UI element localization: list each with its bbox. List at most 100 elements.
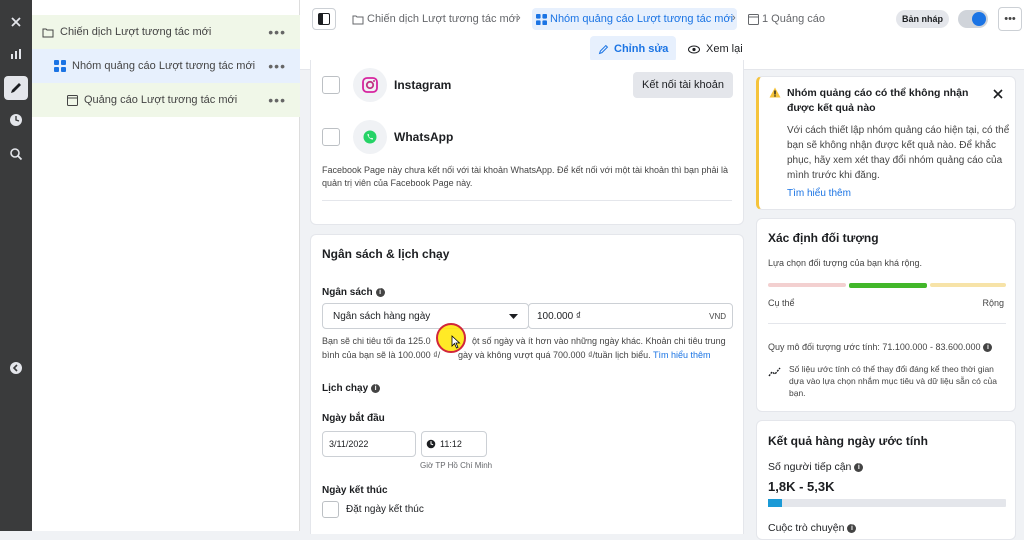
schedule-label-text: Lịch chạy bbox=[322, 383, 369, 394]
audience-definition-card: Xác định đối tượng Lựa chọn đối tượng củ… bbox=[756, 218, 1016, 412]
budget-schedule-panel: Ngân sách & lịch chạy Ngân sách i Ngân sá… bbox=[310, 234, 744, 534]
whatsapp-checkbox[interactable] bbox=[322, 128, 340, 146]
chevron-right-icon: › bbox=[517, 12, 521, 24]
connect-account-button[interactable]: Kết nối tài khoản bbox=[633, 72, 733, 98]
reach-label: Số người tiếp cận i bbox=[768, 461, 864, 473]
timezone-label: Giờ TP Hồ Chí Minh bbox=[420, 461, 493, 470]
chart-icon[interactable] bbox=[4, 42, 28, 66]
info-icon[interactable]: i bbox=[847, 523, 857, 533]
clock-icon bbox=[426, 439, 436, 449]
budget-type-select[interactable]: Ngân sách hàng ngày bbox=[322, 303, 529, 329]
preview-mode-button[interactable]: Xem lại bbox=[680, 36, 751, 62]
pencil-icon[interactable] bbox=[4, 76, 28, 100]
edit-mode-button[interactable]: Chỉnh sửa bbox=[590, 36, 677, 62]
end-date-checkbox-label: Đặt ngày kết thúc bbox=[346, 504, 424, 515]
start-date-label: Ngày bắt đầu bbox=[322, 413, 385, 424]
meter-left-label: Cụ thể bbox=[768, 298, 795, 308]
grid-icon bbox=[54, 60, 66, 72]
tree-item-ad[interactable]: Quảng cáo Lượt tương tác mới ••• bbox=[32, 83, 300, 117]
audience-size: Quy mô đối tượng ước tính: 71.100.000 - … bbox=[768, 341, 993, 354]
schedule-label: Lịch chạy i bbox=[322, 383, 381, 394]
budget-label-text: Ngân sách bbox=[322, 287, 373, 298]
instagram-icon bbox=[353, 68, 387, 102]
close-icon[interactable] bbox=[4, 10, 28, 34]
breadcrumb-adset[interactable]: Nhóm quảng cáo Lượt tương tác mới bbox=[532, 8, 738, 30]
left-rail bbox=[0, 0, 32, 531]
info-icon[interactable]: i bbox=[983, 343, 993, 353]
preview-label: Xem lại bbox=[706, 43, 743, 55]
pencil-icon bbox=[598, 44, 609, 54]
start-time-value: 11:12 bbox=[440, 439, 462, 449]
folder-icon bbox=[42, 26, 54, 38]
caret-down-icon bbox=[509, 314, 518, 319]
more-icon[interactable]: ••• bbox=[268, 58, 286, 74]
tree-item-adset[interactable]: Nhóm quảng cáo Lượt tương tác mới ••• bbox=[32, 49, 300, 83]
breadcrumb-campaign[interactable]: Chiến dịch Lượt tương tác mới bbox=[352, 8, 518, 30]
info-icon[interactable]: i bbox=[375, 287, 385, 297]
audience-meter-low bbox=[768, 283, 846, 287]
draft-badge: Bản nháp bbox=[896, 10, 950, 28]
breadcrumb-label: 1 Quảng cáo bbox=[762, 13, 825, 25]
daily-results-card: Kết quả hàng ngày ước tính Số người tiếp… bbox=[756, 420, 1016, 540]
info-icon[interactable]: i bbox=[371, 383, 381, 393]
chevron-left-icon[interactable] bbox=[4, 356, 28, 380]
end-date-checkbox[interactable] bbox=[322, 501, 339, 518]
trend-icon bbox=[768, 367, 781, 377]
engagement-label-text: Cuộc trò chuyện bbox=[768, 522, 845, 534]
audience-meter-mid bbox=[849, 283, 927, 288]
accounts-panel: Instagram Kết nối tài khoản WhatsApp Fac… bbox=[310, 60, 744, 225]
reach-bar-fill bbox=[768, 499, 783, 507]
currency-label: VND bbox=[709, 311, 726, 321]
more-icon[interactable]: ••• bbox=[268, 92, 286, 108]
audience-title: Xác định đối tượng bbox=[768, 231, 879, 245]
more-icon[interactable]: ••• bbox=[268, 24, 286, 40]
budget-amount-value: 100.000 ₫ bbox=[537, 310, 582, 322]
campaign-tree: Chiến dịch Lượt tương tác mới ••• Nhóm q… bbox=[32, 0, 300, 531]
toggle-panel-icon[interactable] bbox=[312, 8, 336, 30]
reach-value: 1,8K - 5,3K bbox=[768, 479, 835, 494]
instagram-label: Instagram bbox=[394, 78, 452, 92]
info-icon[interactable]: i bbox=[854, 462, 864, 472]
folder-icon bbox=[352, 15, 364, 24]
budget-label: Ngân sách i bbox=[322, 287, 385, 298]
budget-note-line2-prefix: bình của bạn sẽ là 100.000 ₫/ bbox=[322, 350, 441, 360]
whatsapp-icon bbox=[353, 120, 387, 154]
grid-icon bbox=[536, 13, 547, 25]
more-button[interactable]: ••• bbox=[998, 7, 1022, 31]
instagram-checkbox[interactable] bbox=[322, 76, 340, 94]
whatsapp-label: WhatsApp bbox=[394, 130, 454, 144]
budget-note-line2-suffix: gày và không vượt quá 700.000 ₫/tuần lịc… bbox=[458, 350, 651, 360]
budget-note-suffix: ột số ngày và ít hơn vào những ngày khác… bbox=[472, 336, 726, 346]
reach-label-text: Số người tiếp cận bbox=[768, 461, 852, 473]
warning-body: Với cách thiết lập nhóm quảng cáo hiện t… bbox=[787, 125, 1010, 181]
ad-icon bbox=[66, 94, 78, 106]
publish-toggle[interactable] bbox=[958, 10, 988, 28]
start-date-input[interactable]: 3/11/2022 bbox=[322, 431, 416, 457]
budget-amount-input[interactable]: 100.000 ₫ VND bbox=[528, 303, 733, 329]
audience-size-text: Quy mô đối tượng ước tính: 71.100.000 - … bbox=[768, 342, 981, 352]
results-title: Kết quả hàng ngày ước tính bbox=[768, 434, 928, 448]
engagement-label: Cuộc trò chuyện i bbox=[768, 522, 857, 534]
warning-card: Nhóm quảng cáo có thể không nhận được kế… bbox=[756, 76, 1016, 210]
tree-item-campaign[interactable]: Chiến dịch Lượt tương tác mới ••• bbox=[32, 15, 300, 49]
start-time-input[interactable]: 11:12 bbox=[421, 431, 487, 457]
audience-subtitle: Lựa chọn đối tượng của bạn khá rộng. bbox=[768, 258, 923, 268]
meter-right-label: Rộng bbox=[982, 298, 1004, 308]
warning-title: Nhóm quảng cáo có thể không nhận được kế… bbox=[787, 87, 969, 114]
learn-more-link[interactable]: Tìm hiểu thêm bbox=[653, 350, 711, 360]
breadcrumb-ad[interactable]: 1 Quảng cáo bbox=[748, 8, 825, 30]
whatsapp-note: Facebook Page này chưa kết nối với tài k… bbox=[322, 165, 729, 188]
chevron-right-icon: › bbox=[732, 12, 736, 24]
end-date-label: Ngày kết thúc bbox=[322, 485, 388, 496]
warning-icon bbox=[769, 87, 781, 98]
budget-note-line2: gày và không vượt quá 700.000 ₫/tuần lịc… bbox=[458, 349, 711, 362]
section-title: Ngân sách & lịch chạy bbox=[322, 247, 450, 261]
divider bbox=[322, 200, 732, 201]
tree-item-label: Nhóm quảng cáo Lượt tương tác mới bbox=[72, 60, 256, 72]
warning-learn-more-link[interactable]: Tìm hiểu thêm bbox=[787, 188, 851, 199]
clock-icon[interactable] bbox=[4, 108, 28, 132]
close-icon[interactable] bbox=[993, 89, 1003, 99]
audience-note: Số liệu ước tính có thể thay đổi đáng kể… bbox=[789, 364, 997, 398]
breadcrumb-label: Chiến dịch Lượt tương tác mới bbox=[367, 13, 519, 25]
search-zoom-icon[interactable] bbox=[4, 142, 28, 166]
